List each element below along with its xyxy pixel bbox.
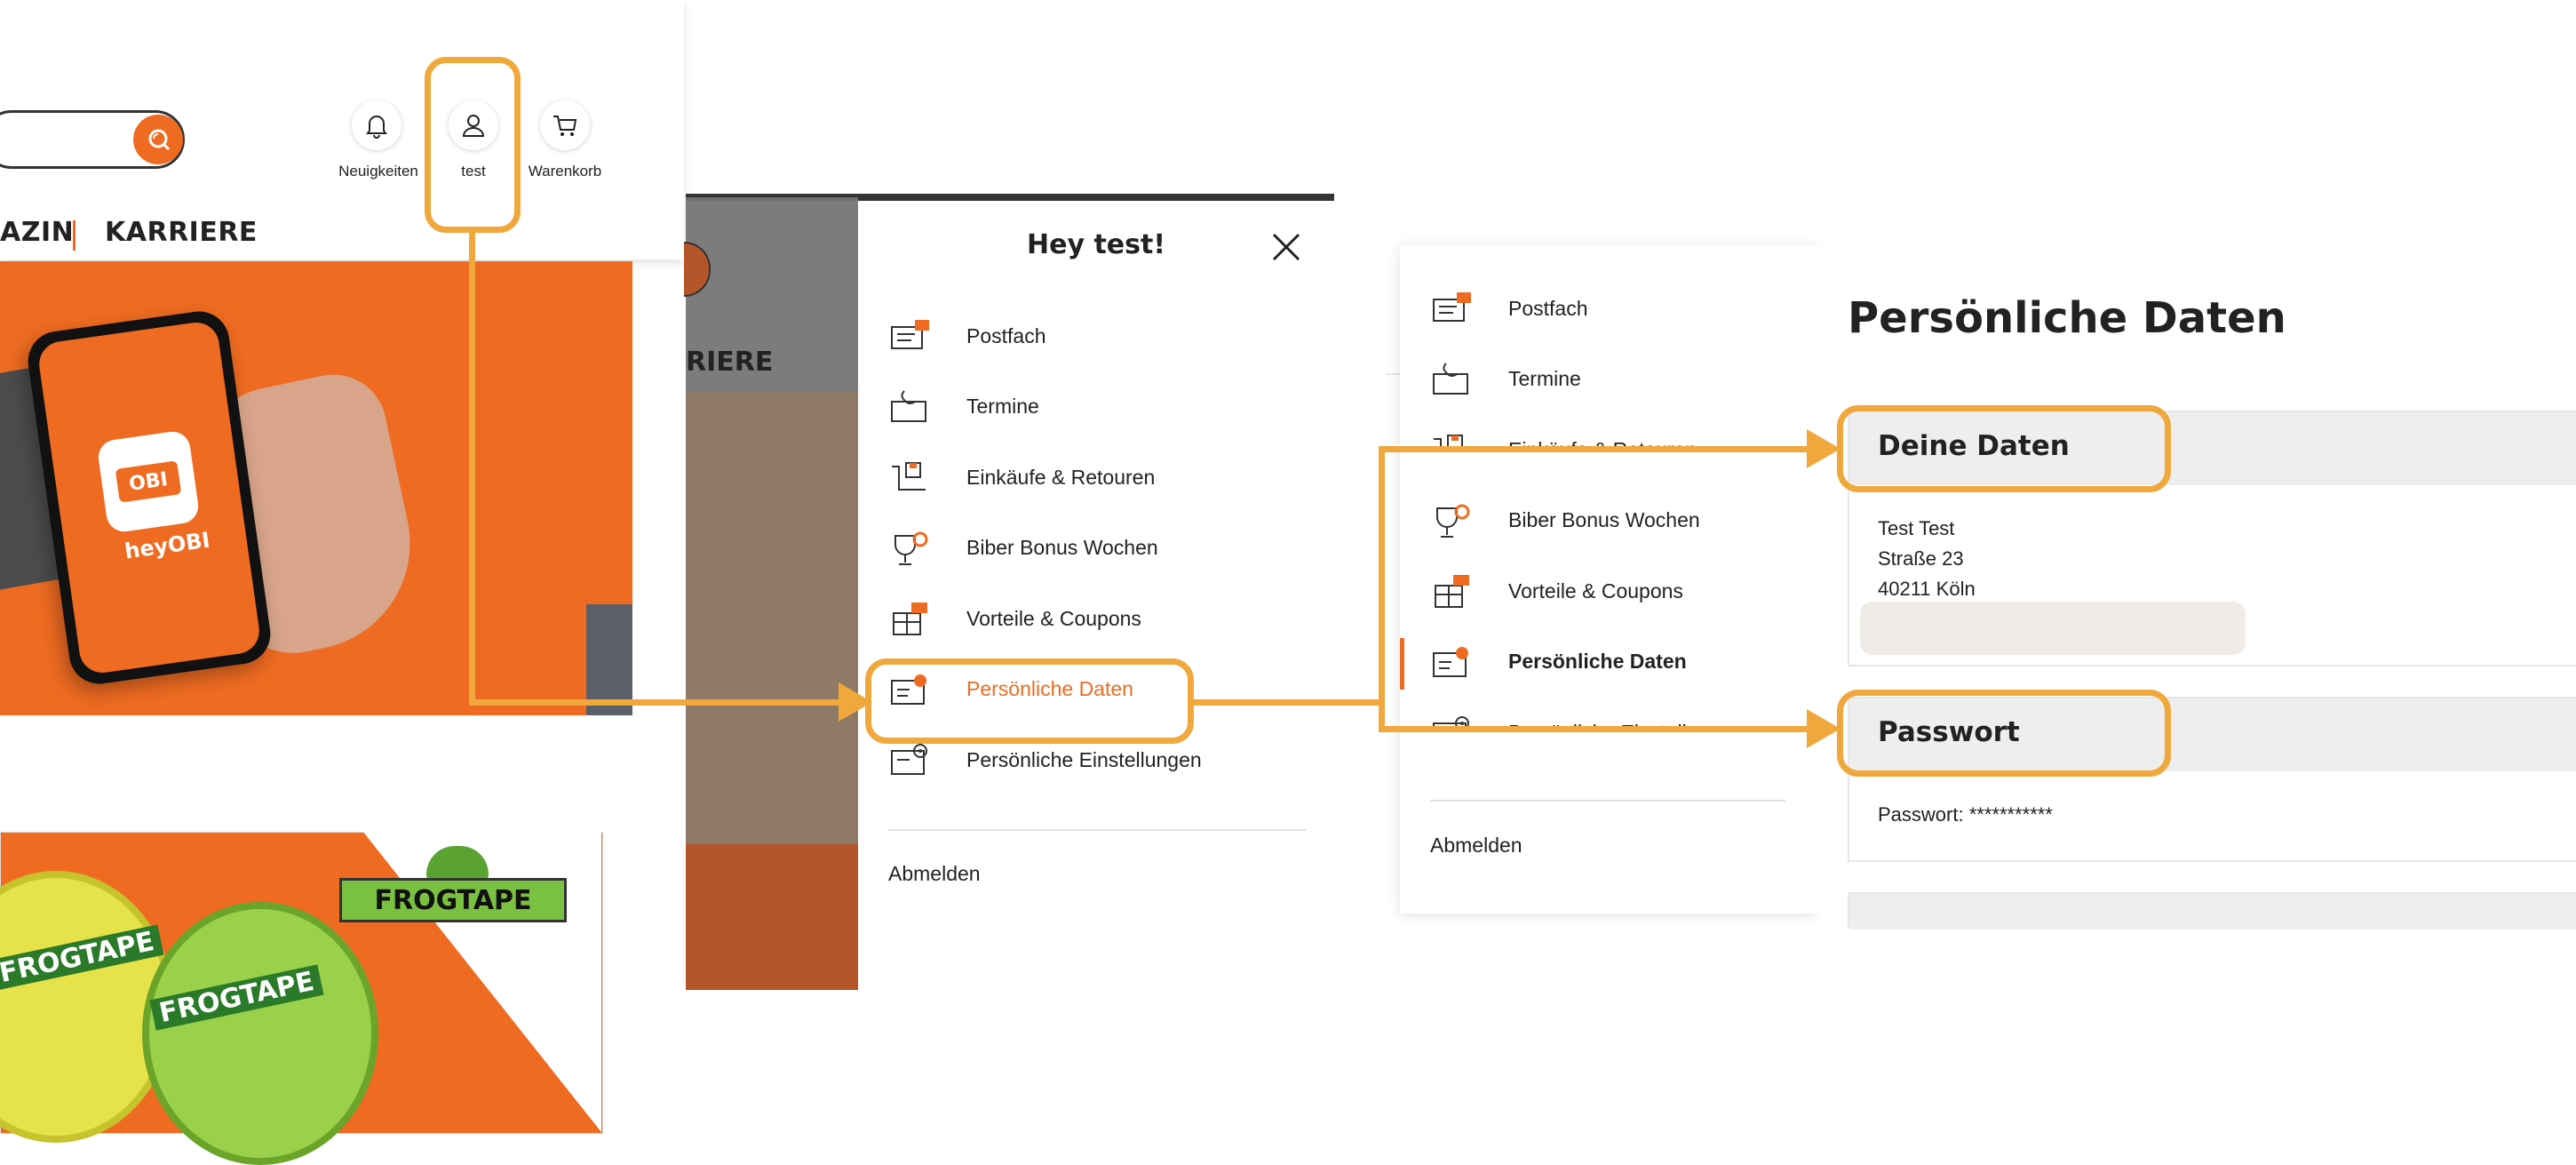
menu-item-label: Persönliche Daten — [1508, 650, 1687, 673]
close-icon[interactable] — [1270, 231, 1302, 263]
trophy-icon-wrapper — [888, 529, 933, 568]
search-button[interactable] — [133, 115, 183, 164]
cart-label: Warenkorb — [528, 163, 602, 180]
trophy-icon — [1436, 504, 1470, 538]
search-icon — [148, 129, 171, 151]
name-value: Test Test — [1878, 517, 1955, 539]
menu-item-biber-bonus-wochen[interactable]: Biber Bonus Wochen — [888, 529, 1158, 568]
trophy-icon — [894, 531, 928, 565]
menu-item-label: Einkäufe & Retouren — [966, 465, 1156, 489]
appointment-icon-wrapper — [1430, 360, 1475, 399]
connector-line — [1379, 446, 1823, 452]
settings-icon-wrapper — [888, 740, 933, 779]
gift-icon-wrapper — [1430, 571, 1475, 610]
sidebar-divider — [1430, 800, 1785, 802]
sidebar-logout-link[interactable]: Abmelden — [1430, 834, 1523, 858]
cart-icon — [553, 116, 577, 136]
connector-line — [1379, 726, 1823, 732]
menu-divider — [888, 829, 1306, 831]
tape-roll-green — [142, 902, 378, 1165]
menu-item-label: Persönliche Einstellungen — [966, 747, 1202, 771]
gift-icon — [893, 602, 927, 635]
sidebar-item-postfach[interactable]: Postfach — [1430, 289, 1588, 328]
edit-data-button[interactable] — [1860, 602, 2246, 655]
connector-line — [1379, 446, 1385, 732]
menu-item-label: Vorteile & Coupons — [966, 606, 1141, 630]
highlight-your-data — [1837, 405, 2171, 492]
nav-item-magazin[interactable]: AZIN — [0, 217, 74, 248]
menu-item-label: Biber Bonus Wochen — [1508, 508, 1700, 531]
menu-item-persönliche-einstellungen[interactable]: Persönliche Einstellungen — [888, 740, 1202, 779]
purchases-icon — [892, 462, 926, 491]
menu-item-label: Vorteile & Coupons — [1508, 579, 1683, 602]
connector-line — [469, 699, 846, 706]
notifications-button[interactable] — [352, 100, 402, 150]
menu-item-einkäufe-retouren[interactable]: Einkäufe & Retouren — [888, 458, 1155, 497]
appointment-icon — [1433, 362, 1468, 395]
logout-link[interactable]: Abmelden — [888, 862, 981, 886]
mailbox-icon-wrapper — [1430, 289, 1475, 328]
menu-item-label: Termine — [1508, 367, 1581, 390]
mailbox-icon-wrapper — [888, 316, 933, 355]
active-indicator — [1400, 638, 1404, 690]
frogtape-logo: FROGTAPE — [339, 878, 567, 922]
highlight-password — [1837, 690, 2171, 777]
next-card — [1848, 892, 2576, 930]
cart-button[interactable] — [540, 100, 590, 150]
menu-item-label: Postfach — [966, 323, 1046, 347]
menu-item-vorteile-coupons[interactable]: Vorteile & Coupons — [888, 599, 1141, 638]
password-value: Passwort: *********** — [1878, 803, 2053, 826]
trophy-icon-wrapper — [1430, 501, 1475, 540]
obi-logo-text: OBI — [115, 460, 182, 503]
appointment-icon — [891, 389, 926, 422]
dimmed-stripe — [686, 844, 858, 990]
obi-logo: OBI — [96, 429, 201, 534]
nav-item-karriere[interactable]: KARRIERE — [105, 217, 258, 248]
menu-item-label: Termine — [966, 395, 1039, 418]
settings-icon — [891, 744, 927, 775]
appointment-icon-wrapper — [888, 387, 933, 427]
page-title: Persönliche Daten — [1848, 293, 2286, 343]
sidebar-item-persönliche-daten[interactable]: Persönliche Daten — [1430, 642, 1687, 682]
highlight-account-icon — [425, 57, 521, 233]
next-card-header — [1849, 894, 2576, 930]
connector-arrow — [1807, 429, 1841, 468]
gift-icon — [1435, 575, 1469, 608]
bell-icon — [366, 116, 387, 139]
connector-arrow — [1807, 709, 1841, 748]
purchases-icon-wrapper — [888, 458, 933, 497]
nav-separator — [73, 220, 76, 251]
mailbox-icon — [891, 320, 929, 349]
dimmed-image — [686, 391, 858, 844]
connector-line — [469, 233, 475, 706]
city-value: 40211 Köln — [1878, 578, 1976, 600]
highlight-personal-data — [865, 658, 1194, 744]
menu-item-postfach[interactable]: Postfach — [888, 316, 1046, 355]
account-greeting: Hey test! — [1026, 229, 1166, 260]
personal-data-icon-wrapper — [1430, 642, 1475, 682]
mailbox-icon — [1433, 292, 1471, 322]
menu-item-termine[interactable]: Termine — [888, 387, 1039, 427]
dimmed-nav-text: RIERE — [686, 347, 774, 378]
sidebar-item-termine[interactable]: Termine — [1430, 360, 1581, 399]
sidebar-item-vorteile-coupons[interactable]: Vorteile & Coupons — [1430, 571, 1683, 610]
sidebar-item-biber-bonus-wochen[interactable]: Biber Bonus Wochen — [1430, 501, 1700, 540]
personal-data-icon — [1433, 646, 1468, 677]
gift-icon-wrapper — [888, 599, 933, 638]
menu-item-label: Biber Bonus Wochen — [966, 536, 1158, 559]
street-value: Straße 23 — [1878, 547, 1964, 570]
connector-line — [1194, 699, 1382, 706]
menu-item-label: Postfach — [1508, 296, 1588, 320]
